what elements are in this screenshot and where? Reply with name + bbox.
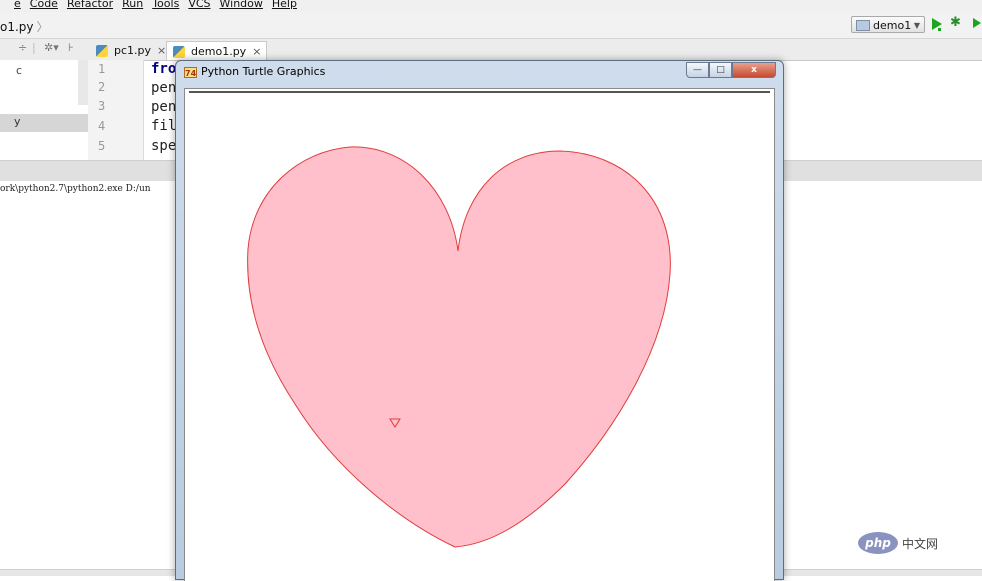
run-button[interactable] — [932, 18, 942, 31]
line-number: 5 — [98, 139, 106, 153]
tab-pc1[interactable]: pc1.py × — [90, 41, 171, 60]
project-tree-item[interactable]: c — [16, 64, 22, 77]
tab-demo1[interactable]: demo1.py × — [166, 41, 268, 60]
tab-label: demo1.py — [191, 45, 247, 58]
chevron-right-icon: 〉 — [36, 20, 49, 34]
toolbar-divider: | — [32, 41, 36, 54]
play-icon — [938, 28, 941, 31]
window-title: 74 Python Turtle Graphics — [184, 65, 325, 78]
project-toolbar: ÷ | ✲▾ ⊦ — [0, 39, 88, 61]
menu-vcs[interactable]: VCS — [188, 0, 210, 11]
menu-code[interactable]: Code — [30, 0, 58, 11]
bug-icon: ✱ — [950, 15, 961, 30]
line-number: 3 — [98, 99, 106, 113]
window-controls: — □ x — [686, 62, 776, 79]
editor-tabs: pc1.py × demo1.py × — [88, 39, 982, 61]
editor-gutter: 1 2 3 4 5 — [88, 60, 144, 160]
chevron-down-icon: ▼ — [913, 21, 920, 30]
turtle-canvas[interactable] — [184, 88, 775, 581]
window-title-text: Python Turtle Graphics — [201, 65, 326, 78]
turtle-graphics-window[interactable]: 74 Python Turtle Graphics — □ x — [175, 60, 784, 581]
hide-panel-icon[interactable]: ⊦ — [68, 41, 74, 54]
python-file-icon — [173, 46, 185, 58]
code-line: spe — [151, 138, 177, 154]
close-icon[interactable]: × — [252, 45, 261, 58]
code-line: pen — [151, 80, 177, 96]
close-button[interactable]: x — [732, 62, 776, 78]
python-file-icon — [96, 45, 108, 57]
tab-label: pc1.py — [114, 44, 152, 57]
console-output-line: ork\python2.7\python2.exe D:/un — [0, 184, 151, 194]
close-icon[interactable]: × — [157, 44, 166, 57]
heart-drawing — [247, 146, 671, 548]
code-line: fro — [151, 61, 177, 77]
php-cn-watermark: php 中文网 — [858, 532, 938, 554]
menu-refactor[interactable]: Refactor — [67, 0, 113, 11]
menu-help[interactable]: Help — [272, 0, 297, 11]
menu-window[interactable]: Window — [220, 0, 263, 11]
code-line: pen — [151, 99, 177, 115]
php-logo: php — [858, 532, 898, 554]
collapse-icon[interactable]: ÷ — [18, 41, 27, 54]
menu-tools[interactable]: Tools — [152, 0, 179, 11]
menu-file[interactable]: e — [14, 0, 21, 11]
heart-shape — [247, 146, 671, 548]
run-configuration-select[interactable]: demo1 ▼ — [851, 16, 925, 33]
watermark-text: 中文网 — [902, 536, 939, 551]
project-panel: c y — [0, 60, 88, 160]
line-number: 4 — [98, 119, 106, 133]
menu-bar: e Code Refactor Run Tools VCS Window Hel… — [0, 0, 982, 12]
gear-icon[interactable]: ✲▾ — [44, 41, 59, 54]
navigation-bar: o1.py 〉 demo1 ▼ ✱ — [0, 12, 982, 39]
minimize-button[interactable]: — — [686, 62, 709, 78]
panel-divider[interactable] — [78, 60, 88, 105]
run-configuration-label: demo1 — [873, 19, 912, 32]
tk-feather-icon: 74 — [184, 67, 197, 78]
menu-run[interactable]: Run — [122, 0, 143, 11]
debug-button[interactable]: ✱ — [950, 15, 964, 31]
run-coverage-button[interactable] — [973, 18, 981, 28]
code-line: fil — [151, 118, 177, 134]
python-config-icon — [856, 20, 870, 31]
breadcrumb[interactable]: o1.py 〉 — [0, 18, 49, 35]
line-number: 1 — [98, 62, 106, 76]
project-tree-selected-item[interactable]: y — [0, 114, 88, 132]
project-tree-item-label: y — [14, 115, 21, 128]
maximize-button[interactable]: □ — [709, 62, 732, 78]
line-number: 2 — [98, 80, 106, 94]
breadcrumb-file[interactable]: o1.py — [0, 20, 34, 34]
